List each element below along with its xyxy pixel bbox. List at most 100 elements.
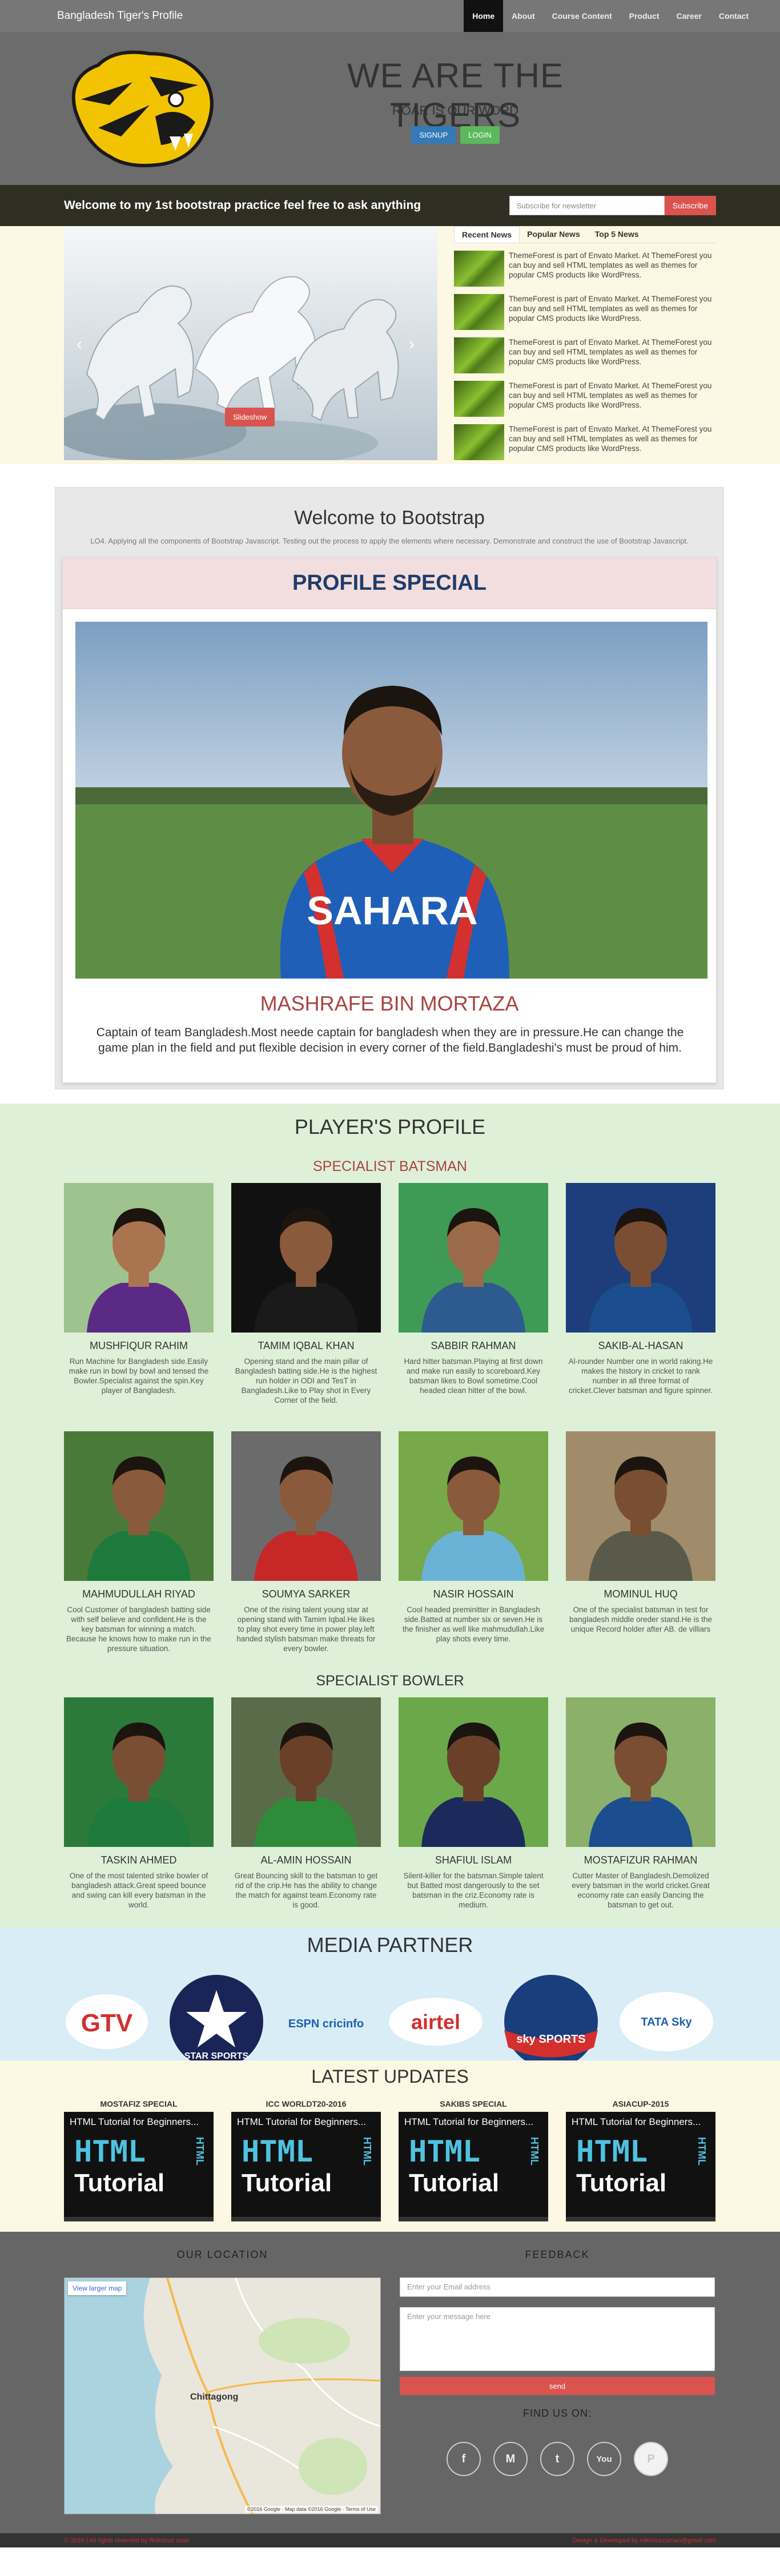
player-card[interactable]: SABBIR RAHMAN Hard hitter batsman.Playin…	[399, 1183, 548, 1405]
twitter-icon[interactable]: t	[540, 2442, 574, 2476]
update-video[interactable]: HTML Tutorial for Beginners... HTML Tuto…	[64, 2112, 214, 2221]
players-section: PLAYER'S PROFILE SPECIALIST BATSMAN MUSH…	[0, 1104, 780, 1927]
update-card[interactable]: ICC WORLDT20-2016 HTML Tutorial for Begi…	[231, 2099, 381, 2221]
news-thumbnail	[454, 294, 504, 330]
player-card[interactable]: TAMIM IQBAL KHAN Opening stand and the m…	[231, 1183, 381, 1405]
player-image	[64, 1431, 214, 1581]
espn-cricinfo-logo[interactable]: ESPN cricinfo	[283, 1996, 369, 2047]
social-icons: f M t You P	[400, 2442, 715, 2476]
navbar-brand[interactable]: Bangladesh Tiger's Profile	[57, 10, 183, 22]
bowler-title: SPECIALIST BOWLER	[316, 1673, 464, 1689]
tab-recent-news[interactable]: Recent News	[454, 226, 520, 243]
news-item[interactable]: ThemeForest is part of Envato Market. At…	[454, 381, 717, 417]
news-text: ThemeForest is part of Envato Market. At…	[509, 251, 712, 279]
bootstrap-description: LO4. Applying all the components of Boot…	[90, 537, 689, 545]
nav-course-content[interactable]: Course Content	[544, 0, 621, 32]
location-map[interactable]: View larger map Chittagong ©2016 Google …	[64, 2277, 381, 2514]
profile-special-heading: PROFILE SPECIAL	[63, 558, 716, 609]
airtel-logo[interactable]: airtel	[387, 1996, 484, 2047]
player-name: SAKIB-AL-HASAN	[598, 1340, 683, 1351]
player-card[interactable]: MUSHFIQUR RAHIM Run Machine for Banglade…	[64, 1183, 214, 1405]
player-card[interactable]: NASIR HOSSAIN Cool headed preminitter in…	[399, 1431, 548, 1653]
location-title: OUR LOCATION	[176, 2249, 268, 2260]
news-thumbnail	[454, 381, 504, 417]
updates-title: LATEST UPDATES	[311, 2066, 469, 2087]
update-card[interactable]: MOSTAFIZ SPECIAL HTML Tutorial for Begin…	[64, 2099, 214, 2221]
pinterest-icon[interactable]: P	[634, 2442, 668, 2476]
player-name: TASKIN AHMED	[100, 1854, 177, 1866]
send-button[interactable]: send	[400, 2377, 715, 2395]
carousel[interactable]: ‹ › Slideshow	[64, 226, 437, 460]
nav-career[interactable]: Career	[668, 0, 710, 32]
player-photo	[64, 1697, 214, 1847]
carousel-row: ‹ › Slideshow Recent News Popular News T…	[0, 226, 780, 464]
video-title: HTML Tutorial for Beginners...	[237, 2116, 367, 2127]
tab-top-5-news[interactable]: Top 5 News	[588, 226, 646, 243]
view-larger-map-link[interactable]: View larger map	[68, 2281, 127, 2295]
star-sports-logo[interactable]: STAR SPORTS	[168, 1973, 265, 2070]
newsletter-input[interactable]: Subscribe for newsletter	[509, 196, 665, 215]
tata-sky-logo[interactable]: TATA Sky	[618, 1990, 715, 2053]
medium-icon[interactable]: M	[493, 2442, 528, 2476]
batsman-row: MAHMUDULLAH RIYAD Cool Customer of bangl…	[0, 1431, 780, 1653]
video-tutorial-word: Tutorial	[74, 2169, 165, 2197]
video-progress-bar	[566, 2217, 715, 2221]
update-video[interactable]: HTML Tutorial for Beginners... HTML Tuto…	[566, 2112, 715, 2221]
update-label: SAKIBS SPECIAL	[440, 2099, 507, 2108]
player-card[interactable]: TASKIN AHMED One of the most talented st…	[64, 1697, 214, 1910]
nav-home[interactable]: Home	[464, 0, 504, 32]
updates-grid: MOSTAFIZ SPECIAL HTML Tutorial for Begin…	[64, 2099, 715, 2221]
player-image	[399, 1431, 548, 1581]
news-text: ThemeForest is part of Envato Market. At…	[509, 338, 712, 366]
player-description: One of the specialist batsman in test fo…	[569, 1605, 712, 1633]
player-card[interactable]: MAHMUDULLAH RIYAD Cool Customer of bangl…	[64, 1431, 214, 1653]
login-button[interactable]: LOGIN	[460, 126, 500, 144]
nav-product[interactable]: Product	[621, 0, 668, 32]
feedback-email-input[interactable]: Enter your Email address	[400, 2277, 715, 2297]
news-thumbnail	[454, 251, 504, 287]
bootstrap-section: Welcome to Bootstrap LO4. Applying all t…	[0, 464, 780, 1104]
sky-sports-logo[interactable]: sky SPORTS	[502, 1973, 600, 2070]
feedback-message-input[interactable]: Enter your message here	[400, 2307, 715, 2371]
subscribe-button[interactable]: Subscribe	[664, 196, 716, 215]
player-card[interactable]: SAKIB-AL-HASAN Al-rounder Number one in …	[566, 1183, 715, 1405]
video-html-word: HTML	[74, 2135, 146, 2169]
player-card[interactable]: AL-AMIN HOSSAIN Great Bouncing skill to …	[231, 1697, 381, 1910]
player-card[interactable]: MOMINUL HUQ One of the specialist batsma…	[566, 1431, 715, 1653]
news-item[interactable]: ThemeForest is part of Envato Market. At…	[454, 251, 717, 287]
player-card[interactable]: SHAFIUL ISLAM Silent-killer for the bats…	[399, 1697, 548, 1910]
youtube-icon[interactable]: You	[587, 2442, 621, 2476]
gtv-logo[interactable]: GTV	[64, 1990, 150, 2053]
nav-about[interactable]: About	[503, 0, 543, 32]
slideshow-button[interactable]: Slideshow	[225, 408, 275, 426]
facebook-icon[interactable]: f	[447, 2442, 481, 2476]
media-title: MEDIA PARTNER	[307, 1933, 473, 1957]
nav-contact[interactable]: Contact	[710, 0, 757, 32]
copyright-right: Design & Developed by rokonuzzaman@gmail…	[572, 2537, 716, 2544]
batsman-row: MUSHFIQUR RAHIM Run Machine for Banglade…	[0, 1183, 780, 1405]
carousel-next-icon[interactable]: ›	[409, 335, 415, 354]
hero-title: WE ARE THE TIGERS	[347, 57, 564, 134]
carousel-prev-icon[interactable]: ‹	[77, 335, 82, 354]
player-card[interactable]: SOUMYA SARKER One of the rising talent y…	[231, 1431, 381, 1653]
player-description: Opening stand and the main pillar of Ban…	[235, 1357, 377, 1404]
video-html-word: HTML	[576, 2135, 648, 2169]
player-photo	[399, 1697, 548, 1847]
update-video[interactable]: HTML Tutorial for Beginners... HTML Tuto…	[231, 2112, 381, 2221]
update-card[interactable]: ASIACUP-2015 HTML Tutorial for Beginners…	[566, 2099, 715, 2221]
footer: OUR LOCATION View larger map Chittagong …	[0, 2232, 780, 2533]
news-thumbnail	[454, 337, 504, 373]
player-photo	[64, 1431, 214, 1581]
player-name: MAHMUDULLAH RIYAD	[82, 1588, 195, 1600]
update-card[interactable]: SAKIBS SPECIAL HTML Tutorial for Beginne…	[399, 2099, 548, 2221]
player-name: NASIR HOSSAIN	[433, 1588, 514, 1600]
player-image	[231, 1697, 381, 1847]
signup-button[interactable]: SIGNUP	[411, 126, 456, 144]
news-item[interactable]: ThemeForest is part of Envato Market. At…	[454, 337, 717, 373]
update-video[interactable]: HTML Tutorial for Beginners... HTML Tuto…	[399, 2112, 548, 2221]
news-item[interactable]: ThemeForest is part of Envato Market. At…	[454, 424, 717, 460]
player-card[interactable]: MOSTAFIZUR RAHMAN Cutter Master of Bangl…	[566, 1697, 715, 1910]
player-photo	[231, 1183, 381, 1333]
news-item[interactable]: ThemeForest is part of Envato Market. At…	[454, 294, 717, 330]
tab-popular-news[interactable]: Popular News	[520, 226, 588, 243]
